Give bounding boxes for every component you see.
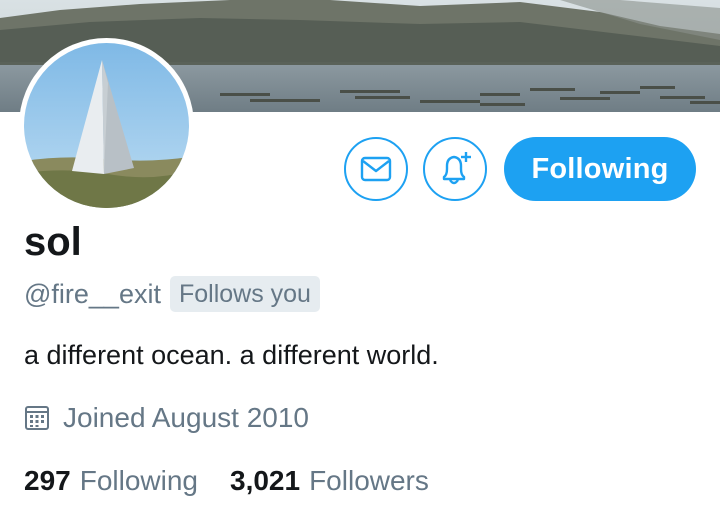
follows-you-badge: Follows you: [169, 276, 320, 312]
following-label: Following: [79, 465, 198, 496]
profile-bio: a different ocean. a different world.: [24, 340, 439, 370]
bell-plus-icon: [442, 152, 471, 185]
followers-stat[interactable]: 3,021 Followers: [230, 465, 429, 497]
avatar[interactable]: [19, 38, 194, 213]
envelope-icon: [360, 156, 392, 182]
username-handle: @fire__exit: [24, 278, 161, 309]
message-button[interactable]: [344, 137, 408, 201]
followers-label: Followers: [309, 465, 429, 496]
handle-row: @fire__exit Follows you: [24, 276, 320, 312]
following-count: 297: [24, 465, 71, 496]
following-stat[interactable]: 297 Following: [24, 465, 198, 497]
avatar-photo: [24, 43, 189, 208]
joined-date-row: Joined August 2010: [24, 400, 309, 436]
display-name: sol: [24, 220, 82, 264]
notifications-button[interactable]: [423, 137, 487, 201]
joined-date: Joined August 2010: [63, 402, 309, 433]
following-button-label: Following: [531, 152, 669, 185]
follow-stats: 297 Following 3,021 Followers: [24, 462, 461, 500]
followers-count: 3,021: [230, 465, 301, 496]
calendar-icon: [25, 406, 49, 430]
following-button[interactable]: Following: [504, 137, 696, 201]
